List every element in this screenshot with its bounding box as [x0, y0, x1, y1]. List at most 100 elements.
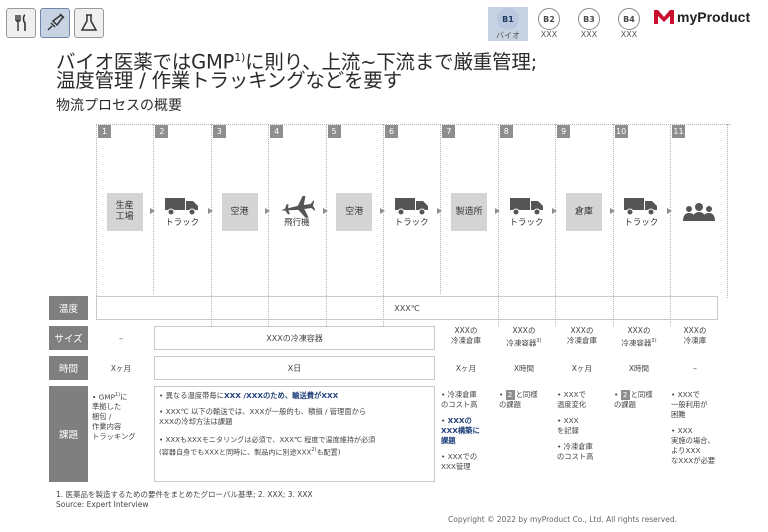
- syringe-icon: [47, 13, 65, 31]
- issue-text: XXX℃ 以下の輸送では、XXXが一般的も、積損 / 管理面から XXXの冷却方…: [159, 407, 367, 426]
- section-b2-chip[interactable]: B2: [538, 8, 560, 30]
- section-code: B3: [578, 8, 600, 30]
- page-title-line2: 温度管理 / 作業トラッキングなどを要す: [56, 69, 402, 92]
- step-number: 4: [270, 125, 284, 138]
- step-ref-chip: 2: [620, 390, 630, 400]
- flow-arrow: [494, 208, 500, 214]
- step-number: 1: [98, 125, 111, 138]
- step-8-icon: [509, 196, 545, 218]
- flask-icon-button[interactable]: [74, 8, 104, 38]
- title-footnote-marker: 1): [234, 51, 246, 64]
- flow-arrow: [150, 208, 156, 214]
- flow-arrow: [265, 208, 271, 214]
- source-note: Source: Expert Interview: [56, 500, 149, 509]
- issue-text: XXXで 一般利用が 困難: [671, 390, 708, 419]
- size-cell-1: –: [119, 334, 123, 343]
- step-4-icon: [279, 196, 315, 218]
- cutlery-icon-button[interactable]: [6, 8, 36, 38]
- logo-text: myProduct: [677, 9, 751, 25]
- footnote-marker: 3): [536, 338, 542, 344]
- size-cell-10: XXXの 冷凍容器3): [612, 326, 666, 349]
- section-b4-chip[interactable]: B4: [618, 8, 640, 30]
- size-cell-2-6: XXXの冷凍容器: [154, 326, 435, 350]
- flow-arrow: [552, 208, 558, 214]
- size-cell-7: XXXの 冷凍倉庫: [451, 326, 481, 345]
- people-icon: [682, 203, 715, 221]
- step-number: 8: [499, 125, 513, 138]
- step-5-box: 空港: [336, 193, 373, 231]
- section-b1-chip[interactable]: B1: [497, 8, 519, 30]
- step-number: 6: [385, 125, 398, 138]
- issue-cell-2-6: • 異なる温度帯毎にXXX /XXXのため、輸送費がXXX • XXX℃ 以下の…: [154, 386, 435, 482]
- row-head-issues: 課題: [49, 386, 88, 482]
- time-cell-9: Xヶ月: [571, 364, 593, 373]
- issue-cell-8: • 2 と同様 の課題: [499, 390, 538, 409]
- step-6-label: トラック: [394, 218, 429, 228]
- issue-text: XXX 実施の場合、 よりXXX なXXXが必要: [671, 426, 716, 465]
- size-cell-8-text: XXXの 冷凍容器: [506, 326, 537, 348]
- time-cell-11: –: [693, 364, 697, 373]
- logo: myProduct: [654, 9, 750, 25]
- section-code: B1: [497, 8, 519, 30]
- flow-arrow: [380, 208, 385, 214]
- issue-cell-9: • XXXで 温度変化 • XXX を記録 • 冷凍倉庫 のコスト高: [557, 390, 611, 462]
- row-head-time: 時間: [49, 356, 88, 380]
- time-cell-2-6: X日: [154, 356, 435, 380]
- logo-mark-icon: [654, 10, 674, 24]
- footnote: 1. 医薬品を製造するための要件をまとめたグローバル基準; 2. XXX; 3.…: [56, 490, 313, 499]
- issue-bullet: • 冷凍倉庫 のコスト高: [557, 442, 594, 461]
- issue-bullet: • XXX 実施の場合、 よりXXX なXXXが必要: [671, 426, 716, 465]
- truck-icon: [165, 198, 199, 216]
- section-b3-chip[interactable]: B3: [578, 8, 600, 30]
- step-6-icon: [394, 196, 430, 218]
- issue-bullet-3: • XXXもXXXモニタリングは必須で、XXX℃ 程度で温度維持が必須 (容器自…: [159, 435, 376, 457]
- section-b2-label: XXX: [540, 30, 558, 39]
- issue-bullet: • XXX を記録: [557, 416, 579, 435]
- step-4-label: 飛行機: [284, 218, 310, 228]
- issue-text: XXXで 温度変化: [557, 390, 587, 409]
- step-1-box: 生産 工場: [106, 193, 143, 231]
- step-number: 5: [327, 125, 341, 138]
- step-3-box: 空港: [221, 193, 258, 231]
- size-cell-9: XXXの 冷凍倉庫: [567, 326, 597, 345]
- section-b4-label: XXX: [620, 30, 638, 39]
- step-ref-chip: 2: [505, 390, 515, 400]
- step-number: 9: [557, 125, 571, 138]
- copyright: Copyright © 2022 by myProduct Co., Ltd. …: [448, 515, 677, 524]
- step-10-label: トラック: [624, 218, 659, 228]
- step-number: 3: [212, 125, 226, 138]
- page-subtitle: 物流プロセスの概要: [56, 98, 182, 114]
- issue-bullet-2: • XXX℃ 以下の輸送では、XXXが一般的も、積損 / 管理面から XXXの冷…: [159, 407, 367, 426]
- issue-text: 冷凍倉庫 のコスト高: [441, 390, 478, 409]
- temperature-value: XXX℃: [96, 296, 718, 320]
- issue-bullet: • XXXの XXX構築に 課題: [441, 416, 480, 445]
- time-cell-1: Xヶ月: [110, 364, 132, 373]
- issue-highlight: XXXの XXX構築に 課題: [441, 416, 480, 445]
- step-number: 11: [672, 125, 685, 138]
- syringe-icon-button[interactable]: [40, 8, 70, 38]
- issue-bullet: • XXXで 一般利用が 困難: [671, 390, 708, 419]
- step-number: 10: [614, 125, 628, 138]
- step-number: 2: [155, 125, 169, 138]
- flow-arrow: [322, 208, 328, 214]
- issue-text: XXXでの XXX管理: [441, 452, 478, 471]
- step-10-icon: [623, 196, 659, 218]
- time-cell-7: Xヶ月: [455, 364, 477, 373]
- section-b1-label: バイオ: [496, 31, 520, 40]
- step-2-icon: [164, 196, 200, 218]
- issue-text: も配置): [316, 447, 341, 457]
- issue-bullet: • 冷凍倉庫 のコスト高: [441, 390, 478, 409]
- issue-highlight: XXX /XXXのため、輸送費がXXX: [224, 391, 339, 400]
- size-cell-11: XXXの 冷凍庫: [683, 326, 707, 345]
- footnote-marker: 3): [651, 338, 657, 344]
- time-cell-10: X時間: [628, 364, 650, 373]
- truck-icon: [624, 198, 658, 216]
- flow-top-line: [96, 124, 732, 125]
- issue-bullet: • XXXで 温度変化: [557, 390, 587, 409]
- issue-cell-1: • GMP1)に 準拠した 梱包 / 作業内容 トラッキング: [92, 392, 136, 442]
- row-head-size: サイズ: [49, 326, 88, 350]
- flow-divider: [727, 124, 729, 298]
- issue-cell-10: • 2 と同様 の課題: [614, 390, 653, 409]
- issue-text: GMP: [98, 392, 115, 402]
- size-cell-8: XXXの 冷凍容器3): [497, 326, 551, 349]
